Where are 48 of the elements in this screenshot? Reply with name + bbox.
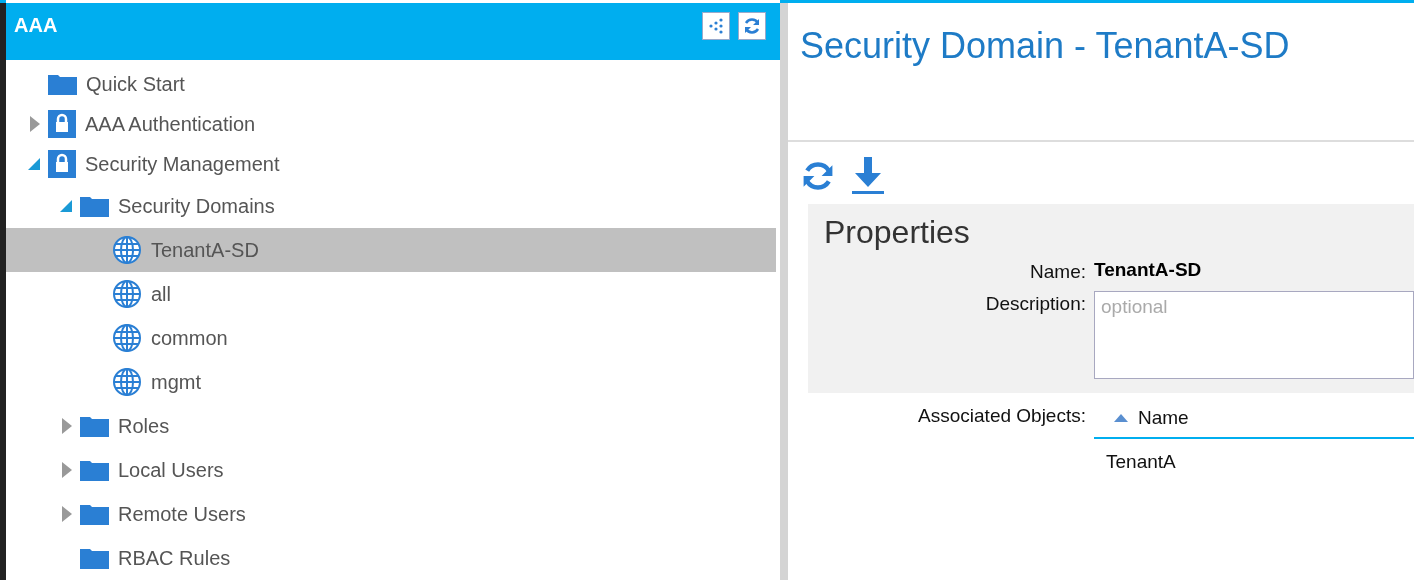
lock-icon — [48, 150, 76, 178]
tree-item[interactable]: RBAC Rules — [6, 536, 776, 580]
folder-icon — [80, 547, 109, 569]
field-label: Associated Objects: — [917, 404, 1086, 428]
column-title: Name — [1138, 407, 1189, 429]
description-field[interactable]: optional — [1094, 291, 1414, 379]
expanded-arrow-icon[interactable] — [28, 158, 40, 170]
folder-icon — [80, 195, 109, 217]
sort-ascending-icon — [1114, 414, 1128, 422]
page-title: Security Domain - TenantA-SD — [800, 25, 1291, 67]
tree-item[interactable]: Security Domains — [6, 184, 776, 228]
table-cell-text: TenantA — [1105, 450, 1177, 473]
tree-item[interactable]: AAA Authentication — [6, 104, 776, 144]
tree-item[interactable]: Quick Start — [6, 64, 776, 104]
folder-icon — [48, 73, 77, 95]
tree-item[interactable]: Security Management — [6, 144, 776, 184]
topology-button[interactable] — [702, 11, 730, 40]
folder-icon — [80, 459, 109, 481]
tree-item[interactable]: all — [6, 272, 776, 316]
collapsed-arrow-icon[interactable] — [62, 506, 72, 522]
collapsed-arrow-icon[interactable] — [62, 418, 72, 434]
tree-item[interactable]: mgmt — [6, 360, 776, 404]
refresh-button[interactable] — [738, 11, 766, 40]
folder-icon — [80, 503, 109, 525]
download-button[interactable] — [850, 156, 886, 196]
tree-item[interactable]: Roles — [6, 404, 776, 448]
section-heading: Properties — [824, 214, 971, 251]
globe-icon — [112, 279, 142, 309]
tree-item[interactable]: TenantA-SD — [6, 228, 776, 272]
expanded-arrow-icon[interactable] — [60, 200, 72, 212]
collapsed-arrow-icon[interactable] — [62, 462, 72, 478]
tree-item[interactable]: Local Users — [6, 448, 776, 492]
field-label: Name: — [1029, 260, 1086, 283]
tree-item[interactable]: common — [6, 316, 776, 360]
lock-icon — [48, 110, 76, 138]
download-icon — [851, 157, 885, 195]
collapsed-arrow-icon[interactable] — [30, 116, 40, 132]
globe-icon — [112, 235, 142, 265]
field-label: Description: — [984, 292, 1086, 315]
field-value: TenantA-SD — [1094, 259, 1203, 281]
tree-item[interactable]: Remote Users — [6, 492, 776, 536]
panel-title: AAA — [14, 14, 58, 37]
globe-icon — [112, 323, 142, 353]
folder-icon — [80, 415, 109, 437]
column-header[interactable]: Name — [1094, 403, 1414, 439]
globe-icon — [112, 367, 142, 397]
dots-icon — [707, 16, 725, 35]
refresh-icon — [742, 15, 762, 36]
